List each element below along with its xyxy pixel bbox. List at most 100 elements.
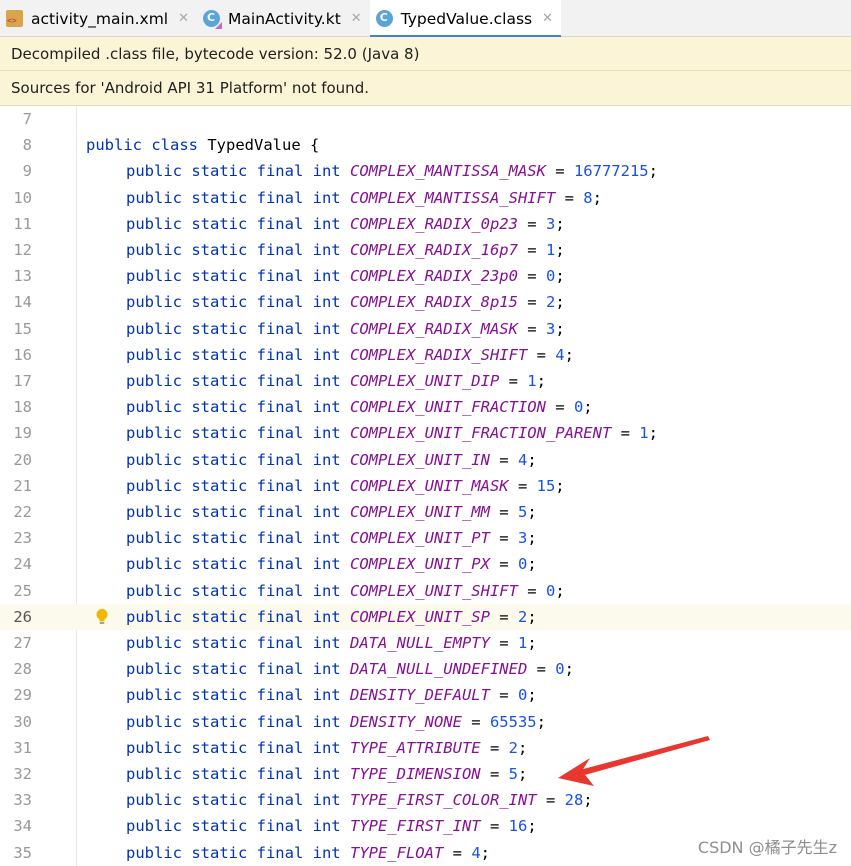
modifiers: public static final int [126, 241, 341, 259]
field-value: 28 [564, 791, 584, 810]
field-name: COMPLEX_UNIT_MM [349, 503, 490, 521]
line-number: 8 [22, 136, 32, 155]
field-name: COMPLEX_UNIT_IN [349, 450, 490, 469]
field-declaration: public static final int TYPE_FIRST_INT =… [126, 817, 537, 836]
field-value: 2 [545, 293, 556, 312]
field-declaration: public static final int DENSITY_NONE = 6… [126, 712, 546, 731]
field-name: DENSITY_DEFAULT [349, 686, 490, 705]
line-number: 33 [13, 791, 32, 810]
tab-typed-value-class[interactable]: TypedValue.class ✕ [369, 0, 562, 38]
code-line: 23 public static final int COMPLEX_UNIT_P… [0, 525, 851, 551]
watermark: CSDN @橘子先生z [697, 838, 837, 857]
modifiers: public static final int [126, 607, 341, 626]
tab-label: MainActivity.kt [228, 9, 341, 28]
line-number: 13 [13, 267, 32, 286]
line-number: 11 [13, 214, 32, 233]
line-number: 29 [13, 686, 32, 705]
field-name: COMPLEX_UNIT_FRACTION [349, 398, 546, 417]
decompiled-notice-text: Decompiled .class file, bytecode version… [11, 44, 420, 63]
line-number: 20 [13, 450, 32, 469]
line-number: 9 [22, 162, 32, 181]
field-declaration: public static final int TYPE_ATTRIBUTE =… [126, 738, 528, 757]
field-value: 8 [583, 188, 593, 207]
field-name: TYPE_FIRST_COLOR_INT [349, 791, 537, 810]
field-name: COMPLEX_UNIT_MASK [349, 476, 509, 495]
modifiers: public static final int [126, 581, 341, 600]
close-icon[interactable]: ✕ [178, 11, 189, 26]
field-name: DATA_NULL_UNDEFINED [349, 660, 528, 679]
tab-activity-main-xml[interactable]: activity_main.xml ✕ [0, 0, 197, 37]
field-declaration: public static final int COMPLEX_UNIT_SHI… [126, 581, 565, 600]
line-number: 15 [13, 319, 32, 338]
field-name: DENSITY_NONE [349, 712, 462, 731]
field-name: COMPLEX_RADIX_SHIFT [349, 345, 528, 364]
modifiers: public static final int [126, 555, 341, 574]
code-line: 25 public static final int COMPLEX_UNIT_S… [0, 578, 851, 604]
field-declaration: public static final int DENSITY_DEFAULT … [126, 686, 537, 705]
close-icon[interactable]: ✕ [542, 11, 553, 26]
field-value: 0 [545, 267, 556, 286]
modifiers: public static final int [126, 738, 341, 757]
close-icon[interactable]: ✕ [351, 11, 362, 26]
modifiers: public static final int [126, 372, 341, 390]
field-declaration: public static final int COMPLEX_RADIX_0p… [126, 214, 565, 233]
code-line: 33 public static final int TYPE_FIRST_COL… [0, 787, 851, 813]
field-declaration: public static final int COMPLEX_UNIT_DIP… [126, 372, 546, 390]
field-name: TYPE_FLOAT [349, 843, 444, 862]
modifiers: public static final int [126, 450, 341, 469]
code-line: 24 public static final int COMPLEX_UNIT_P… [0, 551, 851, 577]
line-number: 22 [13, 503, 32, 521]
tab-label: TypedValue.class [400, 9, 533, 28]
field-value: 2 [508, 738, 518, 757]
code-line: 12 public static final int COMPLEX_RADIX_… [0, 237, 851, 263]
line-number: 18 [13, 398, 32, 417]
code-line: 19 public static final int COMPLEX_UNIT_F… [0, 420, 851, 446]
field-name: COMPLEX_UNIT_SP [349, 607, 490, 626]
field-declaration: public static final int COMPLEX_UNIT_PT … [126, 529, 537, 548]
field-value: 0 [573, 398, 584, 417]
field-value: 1 [517, 634, 528, 652]
line-number: 26 [13, 607, 32, 626]
modifiers: public static final int [126, 267, 341, 286]
field-declaration: public static final int COMPLEX_MANTISSA… [126, 188, 602, 207]
modifiers: public static final int [126, 162, 341, 181]
field-name: COMPLEX_RADIX_16p7 [349, 241, 518, 259]
field-value: 1 [545, 241, 556, 259]
field-name: COMPLEX_UNIT_PX [349, 555, 490, 574]
line-number: 32 [13, 765, 32, 783]
field-declaration: public static final int COMPLEX_RADIX_23… [126, 267, 565, 286]
field-name: COMPLEX_RADIX_8p15 [349, 293, 518, 312]
code-line: 20 public static final int COMPLEX_UNIT_I… [0, 447, 851, 473]
xml-file-icon [6, 10, 23, 27]
modifiers: public static final int [126, 319, 341, 338]
code-editor[interactable]: 7 8 public class TypedValue {9 public stati… [0, 106, 851, 866]
field-value: 5 [517, 503, 528, 521]
field-value: 3 [545, 214, 556, 233]
modifiers: public static final int [126, 686, 341, 705]
kotlin-file-icon [203, 10, 221, 27]
field-value: 15 [536, 476, 556, 495]
modifiers: public static final int [126, 398, 341, 417]
code-line: 10 public static final int COMPLEX_MANTIS… [0, 185, 851, 211]
field-declaration: public static final int TYPE_DIMENSION =… [126, 765, 528, 783]
field-name: COMPLEX_MANTISSA_SHIFT [349, 188, 556, 207]
keyword: public class [86, 136, 198, 155]
sources-not-found-banner: Sources for 'Android API 31 Platform' no… [0, 71, 851, 106]
line-number: 35 [13, 843, 32, 862]
field-value: 16 [508, 817, 528, 836]
code-line: 15 public static final int COMPLEX_RADIX_… [0, 316, 851, 342]
lightbulb-icon[interactable] [95, 608, 109, 626]
field-name: COMPLEX_RADIX_23p0 [349, 267, 518, 286]
field-value: 0 [555, 660, 565, 679]
code-line: 14 public static final int COMPLEX_RADIX_… [0, 289, 851, 315]
line-number: 12 [13, 241, 32, 259]
line-number: 24 [13, 555, 32, 574]
field-name: COMPLEX_UNIT_PT [349, 529, 490, 548]
field-declaration: public static final int COMPLEX_RADIX_16… [126, 241, 565, 259]
tab-main-activity-kt[interactable]: MainActivity.kt ✕ [197, 0, 370, 37]
modifiers: public static final int [126, 293, 341, 312]
field-name: TYPE_FIRST_INT [349, 817, 481, 836]
decompiled-notice-banner: Decompiled .class file, bytecode version… [0, 37, 851, 71]
modifiers: public static final int [126, 634, 341, 652]
line-number: 7 [22, 110, 32, 128]
